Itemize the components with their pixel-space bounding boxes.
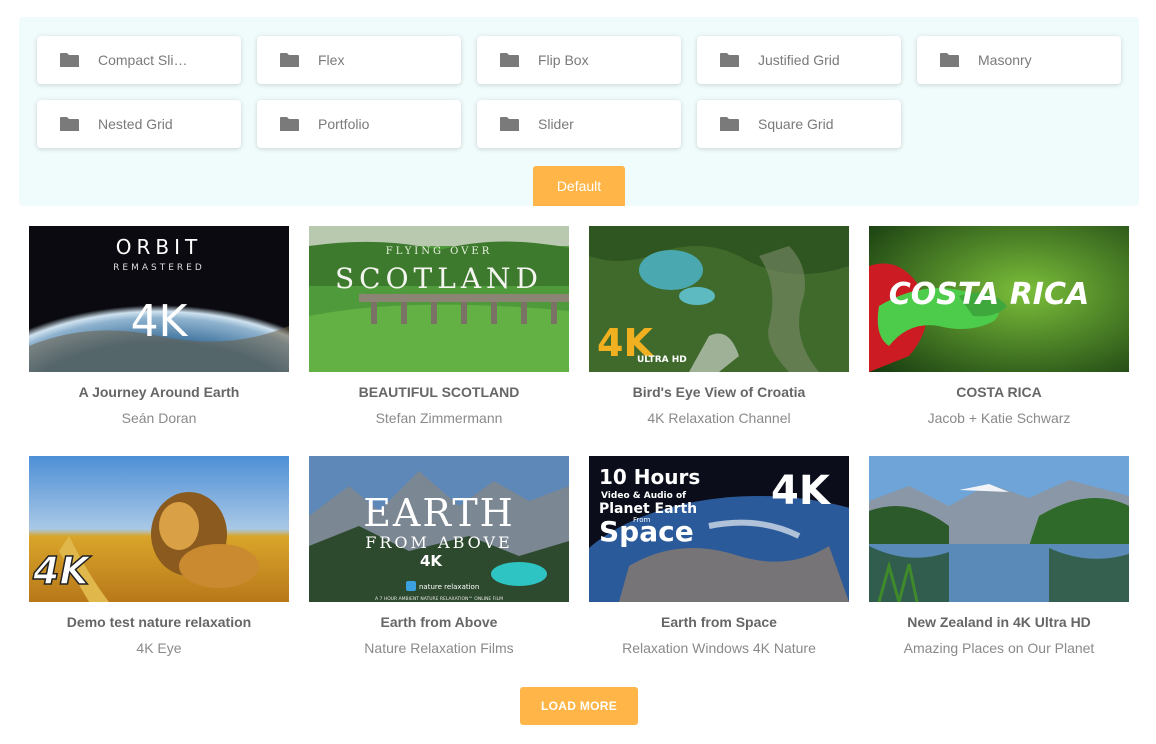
category-justified-grid[interactable]: Justified Grid <box>697 36 901 84</box>
video-title[interactable]: BEAUTIFUL SCOTLAND <box>309 384 569 400</box>
folder-icon <box>279 52 300 68</box>
category-compact-slider[interactable]: Compact Sli… <box>37 36 241 84</box>
category-label: Slider <box>538 116 574 132</box>
video-author: 4K Eye <box>136 640 182 656</box>
thumb-text: FLYING OVER <box>386 246 492 257</box>
video-thumbnail[interactable]: COSTA RICA <box>869 226 1129 372</box>
video-card: 4K Demo test nature relaxation 4K Eye <box>29 456 289 656</box>
thumb-text: A 7 HOUR AMBIENT NATURE RELAXATION™ ONLI… <box>375 596 503 602</box>
video-author: Nature Relaxation Films <box>364 640 514 656</box>
category-label: Nested Grid <box>98 116 173 132</box>
video-thumbnail[interactable]: EARTH FROM ABOVE 4K nature relaxation A … <box>309 456 569 602</box>
folder-icon <box>59 116 80 132</box>
video-thumbnail[interactable]: ORBIT REMASTERED 4K <box>29 226 289 372</box>
video-author: Relaxation Windows 4K Nature <box>622 640 816 656</box>
video-author: Stefan Zimmermann <box>375 410 503 426</box>
category-label: Square Grid <box>758 116 834 132</box>
category-label: Justified Grid <box>758 52 840 68</box>
thumb-text: EARTH <box>363 491 515 535</box>
video-title[interactable]: Earth from Space <box>589 614 849 630</box>
folder-icon <box>719 52 740 68</box>
thumb-text: COSTA RICA <box>889 277 1089 312</box>
folder-icon <box>279 116 300 132</box>
category-label: Flip Box <box>538 52 589 68</box>
video-thumbnail[interactable]: FLYING OVER SCOTLAND <box>309 226 569 372</box>
load-more-button[interactable]: LOAD MORE <box>520 687 638 725</box>
video-card: 4K ULTRA HD Bird's Eye View of Croatia 4… <box>589 226 849 426</box>
category-slider[interactable]: Slider <box>477 100 681 148</box>
folder-icon <box>59 52 80 68</box>
video-author: Seán Doran <box>121 410 197 426</box>
category-label: Masonry <box>978 52 1032 68</box>
category-flex[interactable]: Flex <box>257 36 461 84</box>
category-square-grid[interactable]: Square Grid <box>697 100 901 148</box>
video-title[interactable]: Demo test nature relaxation <box>29 614 289 630</box>
folder-icon <box>499 52 520 68</box>
video-author: Jacob + Katie Schwarz <box>927 410 1071 426</box>
video-thumbnail[interactable]: 10 Hours Video & Audio of Planet Earth F… <box>589 456 849 602</box>
thumb-text: REMASTERED <box>113 263 205 273</box>
video-card: 10 Hours Video & Audio of Planet Earth F… <box>589 456 849 656</box>
video-title[interactable]: COSTA RICA <box>869 384 1129 400</box>
video-title[interactable]: Earth from Above <box>309 614 569 630</box>
thumb-text: ULTRA HD <box>637 355 687 365</box>
thumb-text: FROM ABOVE <box>365 533 512 552</box>
thumb-text: 4K <box>771 468 832 514</box>
thumb-text: ORBIT <box>116 235 202 259</box>
folder-icon <box>939 52 960 68</box>
video-title[interactable]: New Zealand in 4K Ultra HD <box>869 614 1129 630</box>
video-card: ORBIT REMASTERED 4K A Journey Around Ear… <box>29 226 289 426</box>
folder-icon <box>499 116 520 132</box>
category-nested-grid[interactable]: Nested Grid <box>37 100 241 148</box>
video-thumbnail[interactable]: 4K <box>29 456 289 602</box>
default-button[interactable]: Default <box>533 166 625 206</box>
category-portfolio[interactable]: Portfolio <box>257 100 461 148</box>
category-label: Flex <box>318 52 345 68</box>
video-card: EARTH FROM ABOVE 4K nature relaxation A … <box>309 456 569 656</box>
category-flip-box[interactable]: Flip Box <box>477 36 681 84</box>
thumb-text: nature relaxation <box>419 583 479 591</box>
category-label: Compact Sli… <box>98 52 188 68</box>
thumb-text: 4K <box>131 296 189 347</box>
thumb-text: 10 Hours <box>599 465 700 489</box>
video-card: FLYING OVER SCOTLAND BEAUTIFUL SCOTLAND … <box>309 226 569 426</box>
video-title[interactable]: A Journey Around Earth <box>29 384 289 400</box>
video-author: Amazing Places on Our Planet <box>903 640 1095 656</box>
video-thumbnail[interactable]: 4K ULTRA HD <box>589 226 849 372</box>
category-label: Portfolio <box>318 116 370 132</box>
thumb-text: 4K <box>420 552 443 570</box>
thumb-text: Video & Audio of <box>601 491 686 501</box>
video-card: New Zealand in 4K Ultra HD Amazing Place… <box>869 456 1129 656</box>
thumb-text: 4K <box>32 549 91 593</box>
video-author: 4K Relaxation Channel <box>647 410 791 426</box>
category-masonry[interactable]: Masonry <box>917 36 1121 84</box>
video-title[interactable]: Bird's Eye View of Croatia <box>589 384 849 400</box>
video-card: COSTA RICA COSTA RICA Jacob + Katie Schw… <box>869 226 1129 426</box>
thumb-text: Space <box>599 515 694 548</box>
thumb-text: SCOTLAND <box>335 262 543 295</box>
folder-icon <box>719 116 740 132</box>
video-thumbnail[interactable] <box>869 456 1129 602</box>
